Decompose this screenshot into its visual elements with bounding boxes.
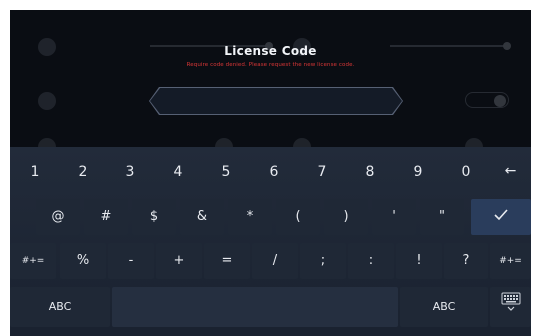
license-code-screen: License Code Require code denied. Please… xyxy=(10,10,531,336)
space-key[interactable] xyxy=(112,287,398,327)
keyboard-hide-icon xyxy=(501,292,520,311)
key-minus[interactable]: - xyxy=(108,243,154,279)
key-colon[interactable]: : xyxy=(348,243,394,279)
setting-icon xyxy=(38,92,56,110)
key-ampersand[interactable]: & xyxy=(180,199,224,235)
key-close-paren[interactable]: ) xyxy=(324,199,368,235)
key-0[interactable]: 0 xyxy=(442,155,490,189)
key-semicolon[interactable]: ; xyxy=(300,243,346,279)
key-9[interactable]: 9 xyxy=(394,155,442,189)
symbols-toggle-key[interactable]: #+= xyxy=(490,243,531,279)
key-1[interactable]: 1 xyxy=(10,155,60,189)
key-question[interactable]: ? xyxy=(444,243,488,279)
confirm-key[interactable] xyxy=(471,199,531,235)
hide-keyboard-key[interactable] xyxy=(490,287,531,327)
dialog-title: License Code xyxy=(224,44,317,58)
on-screen-keyboard: 1 2 3 4 5 6 7 8 9 0 ← @ # $ & * ( ) ' " xyxy=(10,147,531,336)
key-7[interactable]: 7 xyxy=(298,155,346,189)
key-equals[interactable]: = xyxy=(204,243,250,279)
setting-toggle xyxy=(465,92,509,108)
key-3[interactable]: 3 xyxy=(106,155,154,189)
key-slash[interactable]: / xyxy=(252,243,298,279)
key-quote[interactable]: " xyxy=(420,199,464,235)
dialog-error-hint: Require code denied. Please request the … xyxy=(186,62,355,68)
backspace-key[interactable]: ← xyxy=(490,155,531,189)
key-dollar[interactable]: $ xyxy=(132,199,176,235)
abc-key-left[interactable]: ABC xyxy=(10,287,110,327)
key-apostrophe[interactable]: ' xyxy=(372,199,416,235)
left-arrow-icon: ← xyxy=(504,163,517,179)
key-8[interactable]: 8 xyxy=(346,155,394,189)
key-percent[interactable]: % xyxy=(60,243,106,279)
key-4[interactable]: 4 xyxy=(154,155,202,189)
key-at[interactable]: @ xyxy=(36,199,80,235)
symbols-toggle-key[interactable]: #+= xyxy=(10,243,56,279)
license-code-input[interactable] xyxy=(150,88,402,114)
key-hash[interactable]: # xyxy=(84,199,128,235)
background-settings-panel xyxy=(10,10,531,156)
key-2[interactable]: 2 xyxy=(60,155,106,189)
key-open-paren[interactable]: ( xyxy=(276,199,320,235)
key-6[interactable]: 6 xyxy=(250,155,298,189)
abc-key-right[interactable]: ABC xyxy=(400,287,488,327)
key-exclamation[interactable]: ! xyxy=(396,243,442,279)
key-asterisk[interactable]: * xyxy=(228,199,272,235)
key-plus[interactable]: + xyxy=(156,243,202,279)
key-5[interactable]: 5 xyxy=(202,155,250,189)
checkmark-icon xyxy=(494,209,508,221)
